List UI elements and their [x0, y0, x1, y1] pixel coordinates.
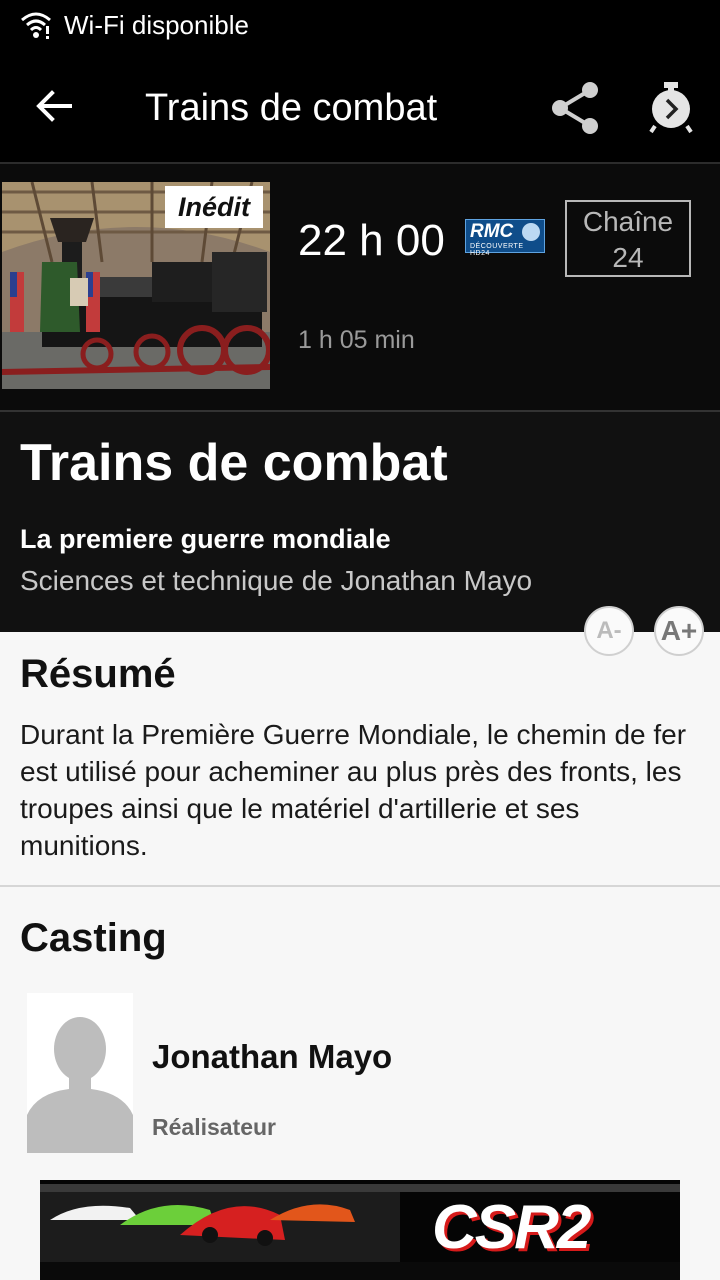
ad-brand-text: CSR2 [432, 1193, 591, 1262]
casting-heading: Casting [20, 916, 167, 960]
back-arrow-icon[interactable] [32, 84, 76, 128]
globe-icon [522, 223, 540, 241]
increase-font-button[interactable]: A+ [654, 606, 704, 656]
wifi-status-text: Wi-Fi disponible [64, 9, 249, 40]
cast-member-role: Réalisateur [152, 1114, 277, 1140]
app-bar-title: Trains de combat [145, 87, 438, 129]
summary-text: Durant la Première Guerre Mondiale, le c… [20, 719, 687, 861]
channel-number: 24 [612, 242, 644, 273]
broadcast-time: 22 h 00 [298, 216, 445, 265]
new-episode-badge: Inédit [165, 186, 263, 228]
program-title: Trains de combat [20, 434, 448, 492]
cast-member-name[interactable]: Jonathan Mayo [152, 1038, 392, 1076]
share-icon[interactable] [548, 80, 604, 136]
alarm-clock-icon[interactable] [646, 80, 696, 134]
person-avatar[interactable] [27, 993, 133, 1153]
channel-logo-subtext: DÉCOUVERTE HD24 [470, 243, 524, 257]
status-bar: Wi-Fi disponible [0, 0, 720, 50]
channel-logo-text: RMC [470, 221, 514, 242]
summary-heading: Résumé [20, 652, 176, 696]
advertisement-banner[interactable]: CSR2 [40, 1180, 680, 1280]
channel-label: Chaîne [582, 206, 674, 237]
wifi-icon [21, 12, 51, 39]
decrease-font-button[interactable]: A- [584, 606, 634, 656]
person-silhouette-icon [27, 993, 133, 1153]
channel-number-box[interactable]: Chaîne 24 [565, 200, 691, 277]
genre-director-line: Sciences et technique de Jonathan Mayo [20, 565, 533, 596]
app-bar: Trains de combat [0, 50, 720, 162]
episode-subtitle: La premiere guerre mondiale [20, 524, 391, 554]
section-divider [0, 885, 720, 887]
channel-logo: RMC DÉCOUVERTE HD24 [465, 219, 545, 257]
program-duration: 1 h 05 min [298, 326, 415, 354]
